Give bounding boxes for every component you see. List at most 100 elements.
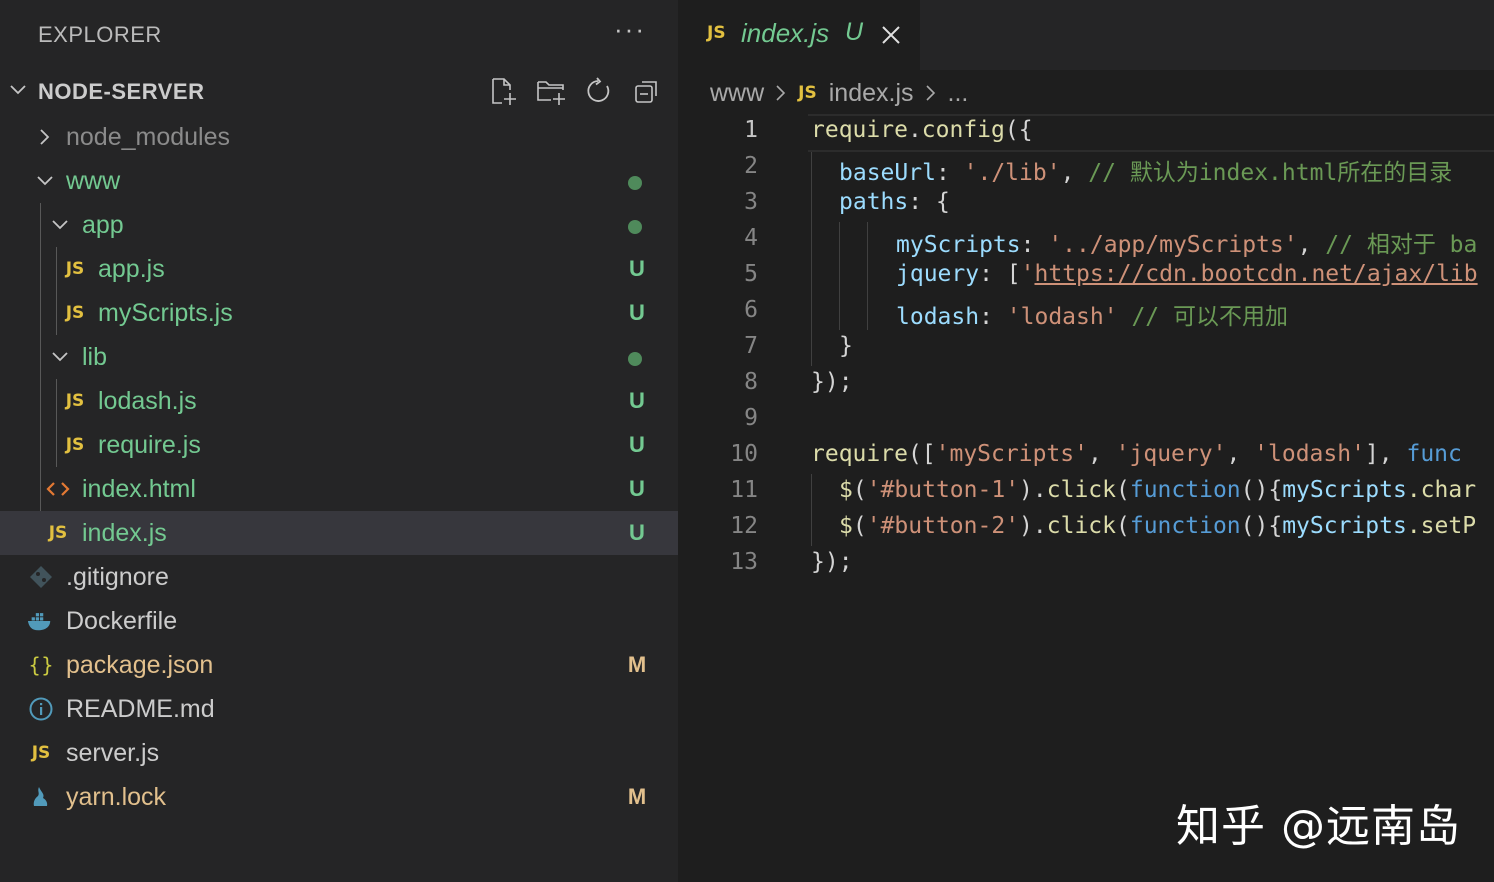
code-token: config xyxy=(921,117,1005,143)
tab-index-js[interactable]: JS index.js U xyxy=(678,0,920,70)
tree-item-app[interactable]: app xyxy=(0,203,678,247)
code-token: .char xyxy=(1406,477,1477,503)
code-line: 9 xyxy=(678,402,1494,438)
code-token: 'lodash' xyxy=(1006,304,1118,330)
tree-item-label: package.json xyxy=(66,651,214,679)
code-token: , xyxy=(1297,232,1326,258)
tree-item-lodash-js[interactable]: JS lodash.js U xyxy=(0,379,678,423)
javascript-file-icon: JS xyxy=(798,83,817,103)
code-token: ( xyxy=(1116,477,1130,503)
html-file-icon xyxy=(46,482,70,496)
code-token: myScripts xyxy=(1282,513,1407,539)
code-token: require xyxy=(811,441,908,467)
refresh-icon[interactable] xyxy=(582,74,616,108)
tree-item-label: myScripts.js xyxy=(98,299,233,327)
code-token: , xyxy=(1226,441,1255,467)
javascript-file-icon: JS xyxy=(31,743,51,763)
git-status-badge: U xyxy=(629,432,645,457)
code-token: myScripts xyxy=(896,232,1021,258)
code-token: '../app/myScripts' xyxy=(1048,232,1298,258)
code-token: (){ xyxy=(1240,513,1283,539)
line-content: require.config({ xyxy=(811,117,1033,143)
breadcrumb-more[interactable]: ... xyxy=(948,79,969,108)
line-content: baseUrl: './lib', // 默认为index.html所在的目录 xyxy=(839,153,1452,187)
chevron-down-icon[interactable] xyxy=(50,215,70,235)
chevron-right-icon[interactable] xyxy=(35,127,55,147)
tree-item-package-json[interactable]: {} package.json M xyxy=(0,643,678,687)
tree-item-gitignore[interactable]: .gitignore xyxy=(0,555,678,599)
tree-item-label: server.js xyxy=(66,739,160,767)
tree-item-app-js[interactable]: JS app.js U xyxy=(0,247,678,291)
code-token: : { xyxy=(908,189,950,215)
tree-item-label: lib xyxy=(82,343,108,371)
code-line: 11 $('#button-1').click(function(){myScr… xyxy=(678,474,1494,510)
tree-item-label: require.js xyxy=(98,431,201,459)
code-token: : xyxy=(935,160,964,186)
json-file-icon: {} xyxy=(28,653,54,677)
tab-bar: JS index.js U xyxy=(678,0,1494,70)
tree-item-server-js[interactable]: JS server.js xyxy=(0,731,678,775)
more-actions-icon[interactable]: ··· xyxy=(614,14,646,45)
breadcrumb-folder[interactable]: www xyxy=(710,79,764,108)
new-folder-icon[interactable] xyxy=(534,74,568,108)
close-icon[interactable] xyxy=(880,24,902,46)
line-number: 9 xyxy=(744,405,758,431)
breadcrumb: www JS index.js ... xyxy=(710,76,968,110)
line-content: lodash: 'lodash' // 可以不用加 xyxy=(896,297,1288,331)
tab-label: index.js xyxy=(741,18,830,48)
tree-item-yarn-lock[interactable]: yarn.lock M xyxy=(0,775,678,819)
tree-item-label: app xyxy=(82,211,124,239)
tree-item-lib[interactable]: lib xyxy=(0,335,678,379)
code-comment: // 相对于 ba xyxy=(1325,232,1478,258)
tree-item-label: lodash.js xyxy=(98,387,197,415)
line-content: } xyxy=(839,333,853,359)
chevron-right-icon xyxy=(774,83,788,103)
code-token: require xyxy=(811,117,908,143)
line-content: $('#button-1').click(function(){myScript… xyxy=(839,477,1476,503)
line-content: myScripts: '../app/myScripts', // 相对于 ba xyxy=(896,225,1477,259)
code-token: '#button-1' xyxy=(866,477,1020,503)
code-token: $ xyxy=(839,477,853,503)
tree-item-dockerfile[interactable]: Dockerfile xyxy=(0,599,678,643)
line-number: 5 xyxy=(744,261,758,287)
code-link[interactable]: https://cdn.bootcdn.net/ajax/lib xyxy=(1035,261,1478,287)
javascript-file-icon: JS xyxy=(65,259,85,279)
explorer-title: EXPLORER xyxy=(38,22,162,47)
code-editor[interactable]: 1 require.config({ 2 baseUrl: './lib', /… xyxy=(678,114,1494,582)
line-content: $('#button-2').click(function(){myScript… xyxy=(839,513,1476,539)
code-token: : xyxy=(979,304,1007,330)
tree-item-index-js[interactable]: JS index.js U xyxy=(0,511,678,555)
tree-item-readme[interactable]: README.md xyxy=(0,687,678,731)
tree-item-www[interactable]: www xyxy=(0,159,678,203)
chevron-down-icon[interactable] xyxy=(8,80,28,100)
line-content: }); xyxy=(811,369,853,395)
chevron-down-icon[interactable] xyxy=(35,171,55,191)
line-number: 6 xyxy=(744,297,758,323)
tree-item-label: yarn.lock xyxy=(66,783,167,811)
code-line: 13 }); xyxy=(678,546,1494,582)
chevron-down-icon[interactable] xyxy=(50,347,70,367)
tree-item-require-js[interactable]: JS require.js U xyxy=(0,423,678,467)
code-token: }); xyxy=(811,369,853,395)
yarn-file-icon xyxy=(33,787,48,806)
code-line: 2 baseUrl: './lib', // 默认为index.html所在的目… xyxy=(678,150,1494,186)
collapse-all-icon[interactable] xyxy=(630,74,664,108)
line-number: 7 xyxy=(744,333,758,359)
git-status-badge: U xyxy=(629,256,645,281)
tree-item-index-html[interactable]: index.html U xyxy=(0,467,678,511)
code-token: } xyxy=(839,333,853,359)
tree-item-myscripts-js[interactable]: JS myScripts.js U xyxy=(0,291,678,335)
tree-item-node-modules[interactable]: node_modules xyxy=(0,115,678,159)
workspace-section-header[interactable]: NODE-SERVER xyxy=(0,70,678,114)
git-status-badge: U xyxy=(629,476,645,501)
breadcrumb-file[interactable]: index.js xyxy=(829,79,914,108)
javascript-file-icon: JS xyxy=(65,391,85,411)
workspace-title: NODE-SERVER xyxy=(38,79,205,104)
line-number: 8 xyxy=(744,369,758,395)
code-token: ({ xyxy=(1004,117,1033,143)
line-number: 11 xyxy=(730,477,758,503)
line-number: 2 xyxy=(744,153,758,179)
javascript-file-icon: JS xyxy=(65,435,85,455)
new-file-icon[interactable] xyxy=(486,74,520,108)
watermark: 知乎 @远南岛 xyxy=(1176,801,1461,852)
